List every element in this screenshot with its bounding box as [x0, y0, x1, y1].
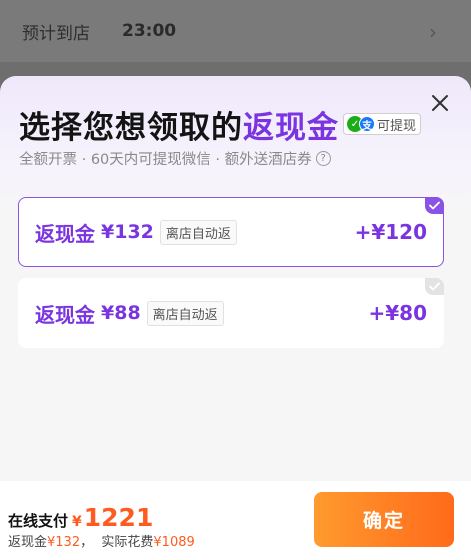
title-prefix: 选择您想领取的 [19, 110, 243, 146]
withdraw-badge-text: 可提现 [377, 118, 417, 134]
subtitle-text: 全额开票 · 60天内可提现微信 · 额外送酒店券 [19, 152, 312, 168]
alipay-icon: 支 [359, 116, 375, 132]
option-reward: +¥120 [354, 220, 427, 244]
actual-label: 实际花费 [101, 535, 154, 550]
option-reward: +¥80 [368, 301, 427, 325]
pay-label: 在线支付 [8, 512, 69, 530]
withdraw-badge: ✓ 支 可提现 [343, 113, 422, 135]
checkmark-unselected-icon [425, 278, 444, 295]
option-name: 返现金 [35, 221, 95, 246]
cashback-value: ¥132 [47, 535, 81, 550]
help-icon[interactable]: ? [315, 151, 331, 166]
sheet-subtitle: 全额开票 · 60天内可提现微信 · 额外送酒店券 ? [19, 148, 331, 169]
cashback-option-88[interactable]: 返现金 ¥88 离店自动返 +¥80 [18, 278, 444, 348]
cashback-label: 返现金 [8, 535, 48, 550]
currency-symbol: ¥ [72, 514, 82, 530]
sheet-title: 选择您想领取的返现金 [19, 102, 339, 147]
title-accent: 返现金 [243, 110, 339, 146]
close-icon[interactable] [427, 90, 453, 116]
option-tag: 离店自动返 [146, 300, 224, 326]
confirm-button[interactable]: 确定 [314, 492, 454, 547]
option-amount: ¥88 [101, 302, 141, 324]
option-name: 返现金 [35, 302, 95, 327]
cashback-option-132[interactable]: 返现金 ¥132 离店自动返 +¥120 [18, 197, 444, 267]
actual-value: ¥1089 [153, 535, 195, 550]
total-amount: 1221 [83, 503, 154, 532]
option-amount: ¥132 [101, 221, 154, 243]
payment-total: 在线支付 ¥ 1221 [8, 503, 153, 532]
checkmark-selected-icon [425, 197, 444, 214]
payment-bar: 在线支付 ¥ 1221 返现金¥132， 实际花费¥1089 确定 [0, 481, 471, 560]
option-tag: 离店自动返 [159, 219, 237, 245]
arrival-time-value: 23:00 [122, 21, 177, 41]
payment-detail: 返现金¥132， 实际花费¥1089 [8, 531, 195, 550]
detail-separator: ， [80, 535, 94, 550]
arrival-time-row: 预计到店 23:00 › [0, 0, 471, 62]
arrival-time-label: 预计到店 [22, 23, 90, 44]
chevron-right-icon: › [429, 20, 437, 44]
